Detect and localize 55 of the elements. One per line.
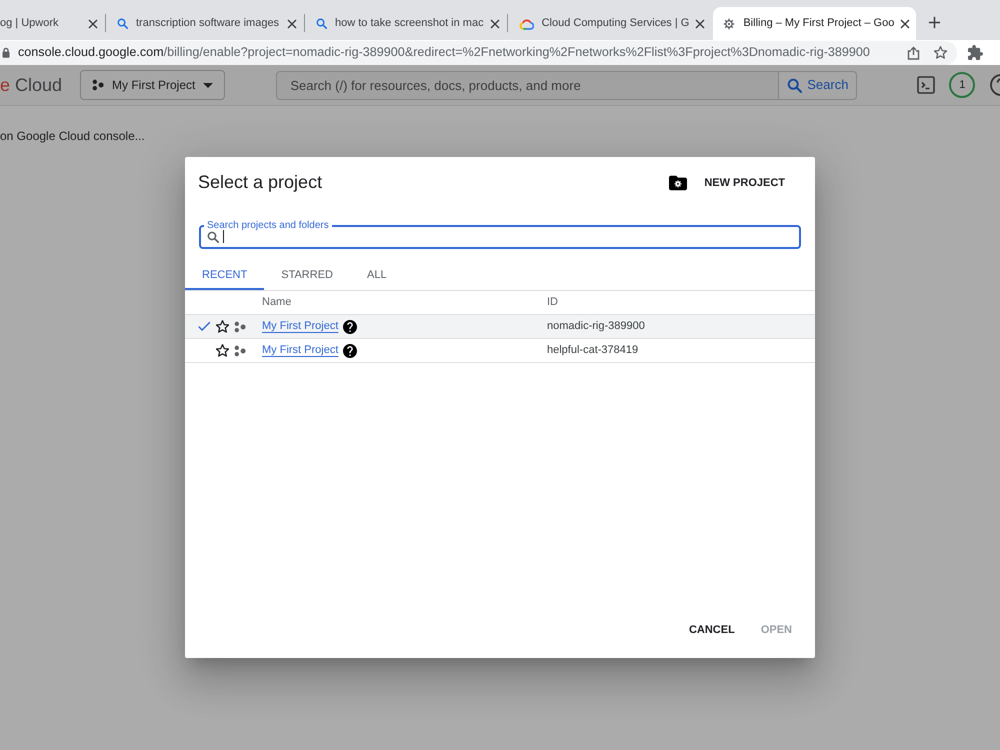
star-icon[interactable] (934, 46, 947, 59)
close-icon[interactable] (900, 18, 910, 28)
tab[interactable]: STARRED (264, 261, 350, 290)
folder-gear-icon (669, 175, 688, 191)
star-icon[interactable] (216, 320, 229, 333)
check-icon (198, 320, 211, 333)
share-icon[interactable] (907, 46, 920, 60)
tab[interactable]: ALL (350, 261, 404, 290)
browser-tab[interactable]: how to take screenshot in mac (306, 7, 506, 40)
close-icon[interactable] (88, 18, 98, 28)
browser-tab[interactable]: Billing – My First Project – Goo (713, 7, 916, 40)
help-icon[interactable] (343, 344, 358, 358)
close-icon[interactable] (490, 18, 500, 28)
dots-icon (234, 344, 246, 356)
notifications-button[interactable]: 1 (949, 72, 976, 98)
project-picker[interactable]: My First Project (80, 70, 226, 100)
cloud-icon (518, 18, 534, 30)
browser-tab[interactable]: og | Upwork (0, 7, 104, 40)
status-message: on Google Cloud console... (0, 128, 145, 145)
lock-icon (2, 47, 10, 58)
text-cursor-icon (223, 230, 224, 243)
cancel-button[interactable]: CANCEL (680, 612, 743, 648)
search-icon (787, 78, 802, 92)
project-link[interactable]: My First Project (262, 318, 338, 335)
table-row[interactable]: My First Project nomadic-rig-389900 (185, 315, 815, 339)
search-field[interactable]: Search projects and folders (199, 220, 801, 249)
caret-icon (203, 82, 214, 88)
tab[interactable]: RECENT (185, 261, 264, 290)
terminal-icon[interactable] (917, 76, 936, 94)
close-icon[interactable] (287, 18, 297, 28)
new-project-button[interactable]: NEW PROJECT (661, 168, 793, 198)
column-header: Name (262, 295, 292, 310)
puzzle-icon[interactable] (968, 45, 983, 60)
logo-text: e Cloud (0, 74, 64, 96)
search-field[interactable]: Search (/) for resources, docs, products, and more (276, 70, 780, 100)
browser-tab[interactable]: Cloud Computing Services | G (508, 7, 712, 40)
star-icon[interactable] (216, 344, 229, 357)
dialog-title: Select a project (198, 172, 322, 194)
help-icon[interactable] (343, 320, 358, 334)
column-header: ID (547, 295, 558, 310)
close-icon[interactable] (695, 18, 706, 28)
search-icon (117, 18, 128, 29)
search-icon (207, 230, 219, 242)
address-bar[interactable]: console.cloud.google.com/billing/enable?project=nomadic-rig-389900&redirect=%2Fnetworking%2Fnetworks%2Flist%3Fproject%3Dnomadic-rig-389900 (0, 40, 957, 64)
project-link[interactable]: My First Project (262, 342, 338, 359)
table-row[interactable]: My First Project helpful-cat-378419 (185, 339, 815, 363)
dots-icon (234, 320, 246, 332)
gear-icon (723, 18, 736, 30)
table-cell-text: nomadic-rig-389900 (547, 319, 645, 334)
search-icon (316, 18, 327, 29)
dots-icon (92, 79, 104, 91)
field-label: Search projects and folders (206, 220, 330, 232)
table-cell-text: helpful-cat-378419 (547, 343, 638, 358)
plus-icon[interactable] (928, 16, 942, 28)
browser-tab[interactable]: transcription software images (107, 7, 303, 40)
